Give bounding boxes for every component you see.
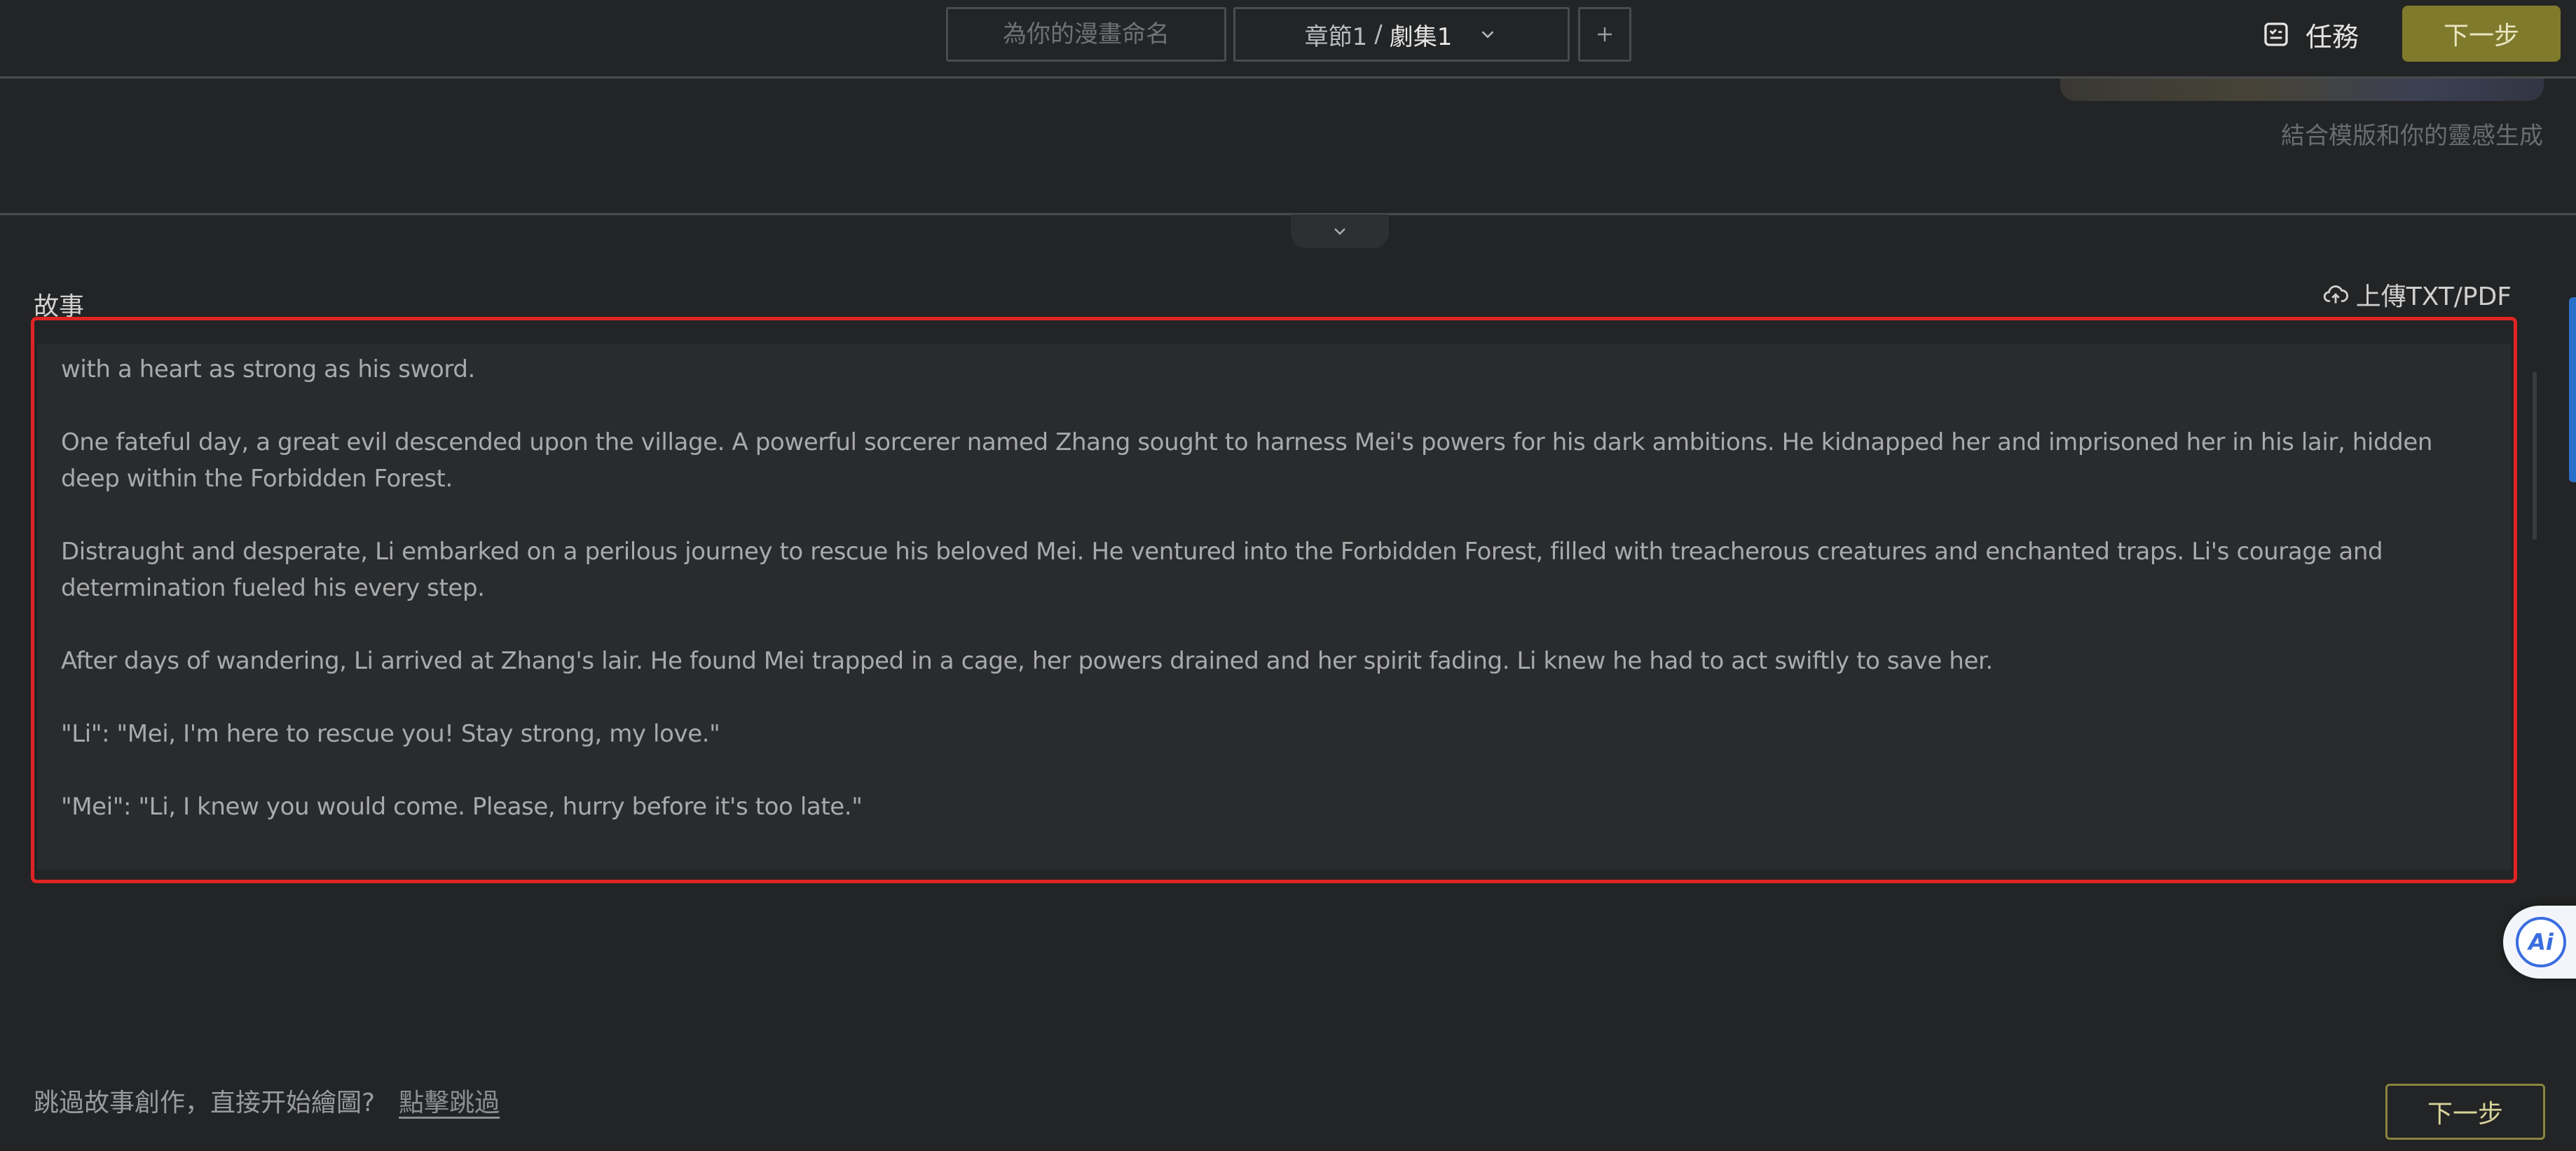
top-bar: 章節1 / 劇集1 任務 下一步 xyxy=(0,0,2576,79)
skip-story-text: 跳過故事創作，直接开始繪圖? xyxy=(34,1089,376,1117)
chevron-down-icon xyxy=(1334,228,1345,236)
next-step-label: 下一步 xyxy=(2427,1100,2503,1129)
app-root: 章節1 / 劇集1 任務 下一步 結合模版和你的靈感生成 xyxy=(0,0,2576,1151)
story-paragraph: "Li": "Mei, I'm here to rescue you! Stay… xyxy=(61,720,720,748)
story-paragraph: One fateful day, a great evil descended … xyxy=(61,428,2433,493)
chapter-episode-dropdown[interactable]: 章節1 / 劇集1 xyxy=(1233,7,1570,62)
next-step-button-bottom[interactable]: 下一步 xyxy=(2385,1084,2545,1140)
section-divider xyxy=(0,213,2576,215)
generate-hint-text: 結合模版和你的靈感生成 xyxy=(2281,122,2543,150)
tasks-label: 任務 xyxy=(2306,21,2359,53)
task-list-icon xyxy=(2264,22,2288,46)
side-panel-handle[interactable] xyxy=(2569,297,2576,482)
collapse-toggle[interactable] xyxy=(1291,214,1389,248)
story-scrollbar[interactable] xyxy=(2533,372,2537,540)
story-paragraph: Distraught and desperate, Li embarked on… xyxy=(61,538,2383,602)
story-text-content[interactable]: with a heart as strong as his sword. One… xyxy=(37,344,2511,870)
template-preview-strip xyxy=(2060,79,2544,101)
cloud-upload-icon xyxy=(2323,285,2348,304)
next-step-label: 下一步 xyxy=(2443,22,2519,50)
chapter-label: 章節1 xyxy=(1304,22,1368,51)
story-text-area[interactable]: with a heart as strong as his sword. One… xyxy=(31,317,2517,883)
story-paragraph: "Mei": "Li, I knew you would come. Pleas… xyxy=(61,793,863,821)
chevron-down-icon xyxy=(1481,31,1494,39)
tasks-button[interactable]: 任務 xyxy=(2262,10,2359,59)
ai-assistant-icon: Ai xyxy=(2516,917,2566,967)
plus-icon xyxy=(1598,27,1612,41)
skip-story-link[interactable]: 點擊跳過 xyxy=(399,1082,500,1119)
skip-story-row: 跳過故事創作，直接开始繪圖? 點擊跳過 xyxy=(34,1082,500,1119)
ai-assistant-button[interactable]: Ai xyxy=(2503,906,2576,979)
chapter-separator: / xyxy=(1374,20,1383,48)
story-paragraph: with a heart as strong as his sword. xyxy=(61,355,475,383)
next-step-button-top[interactable]: 下一步 xyxy=(2402,6,2561,62)
upload-label: 上傳TXT/PDF xyxy=(2355,282,2512,311)
episode-label: 劇集1 xyxy=(1389,22,1453,51)
comic-name-input[interactable] xyxy=(946,7,1226,62)
story-paragraph: After days of wandering, Li arrived at Z… xyxy=(61,647,1993,675)
add-chapter-button[interactable] xyxy=(1578,7,1631,62)
upload-file-button[interactable]: 上傳TXT/PDF xyxy=(2322,276,2512,313)
